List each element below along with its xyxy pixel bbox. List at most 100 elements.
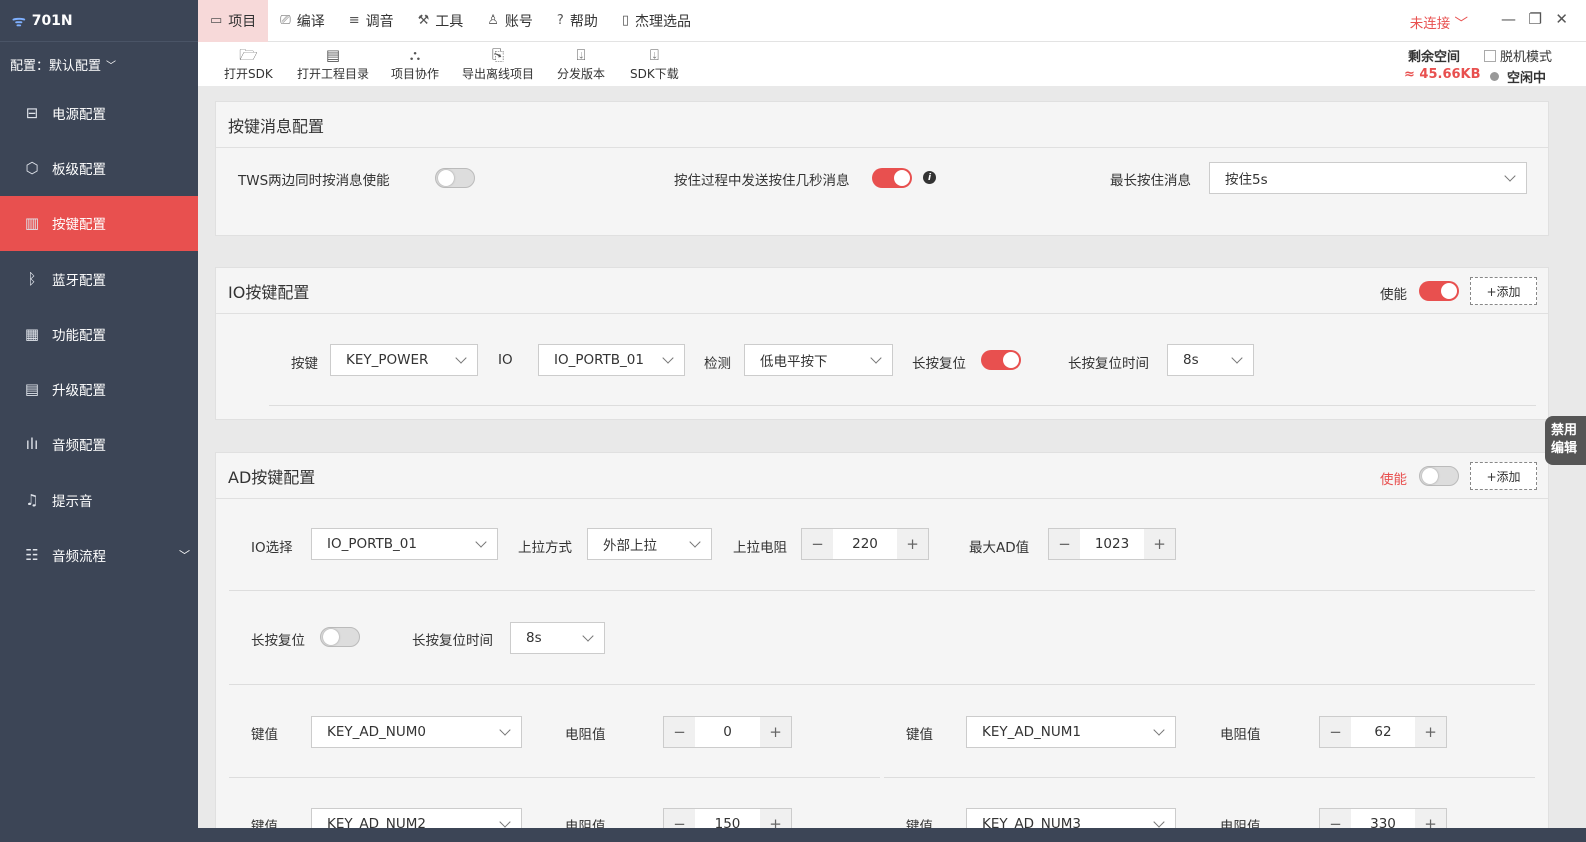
hold-msg-label: 按住过程中发送按住几秒消息 xyxy=(674,173,850,189)
sdk-download-button[interactable]: ⍗ SDK下载 xyxy=(630,45,679,82)
card-title: IO按键配置 xyxy=(216,268,1548,314)
sidebar-item-label: 升级配置 xyxy=(52,383,106,400)
sidebar-item-label: 按键配置 xyxy=(52,217,106,234)
export-offline-button[interactable]: ⎘ 导出离线项目 xyxy=(462,45,534,82)
sidebar-item-bluetooth[interactable]: ᛒ 蓝牙配置 xyxy=(0,251,198,306)
io-enable-toggle[interactable] xyxy=(1419,281,1459,301)
ad-io-select[interactable]: IO_PORTB_01 xyxy=(311,528,498,560)
plus-icon[interactable]: + xyxy=(897,529,928,559)
hold-msg-toggle[interactable] xyxy=(872,168,912,188)
io-key-card: IO按键配置 使能 +添加 按键 KEY_POWER IO IO_PORTB_0… xyxy=(215,267,1549,420)
io-add-button[interactable]: +添加 xyxy=(1470,277,1537,305)
ad-key-select[interactable]: KEY_AD_NUM1 xyxy=(966,716,1176,748)
bluetooth-icon: ᛒ xyxy=(27,269,37,288)
detect-select[interactable]: 低电平按下 xyxy=(744,344,893,376)
user-icon: ♙ xyxy=(487,13,499,28)
key-label: 按键 xyxy=(291,356,318,372)
disable-edit-tab[interactable]: 禁用 编辑 xyxy=(1545,416,1586,465)
minimize-icon[interactable]: — xyxy=(1501,10,1516,28)
minus-icon[interactable]: − xyxy=(802,529,833,559)
config-selector[interactable]: 配置：默认配置 ﹀ xyxy=(0,42,198,86)
pull-mode-select[interactable]: 外部上拉 xyxy=(587,528,712,560)
sidebar-item-label: 电源配置 xyxy=(52,106,106,123)
menu-account[interactable]: ♙ 账号 xyxy=(475,0,545,42)
key-select[interactable]: KEY_POWER xyxy=(330,344,478,376)
resistance-stepper[interactable]: −150 + xyxy=(663,808,792,828)
chevron-down-icon: ﹀ xyxy=(106,60,117,72)
sidebar-item-audio[interactable]: ılı 音频配置 xyxy=(0,417,198,472)
divider xyxy=(229,684,1535,685)
long-press-reset-toggle[interactable] xyxy=(981,350,1021,370)
open-sdk-button[interactable]: 🗁 打开SDK xyxy=(224,45,273,82)
sidebar-item-tone[interactable]: ♫ 提示音 xyxy=(0,472,198,527)
connection-status[interactable]: 未连接 ﹀ xyxy=(1410,12,1468,32)
resistance-stepper[interactable]: −330 + xyxy=(1319,808,1447,828)
function-grid-icon: ▦ xyxy=(24,324,40,343)
download-icon: ⍗ xyxy=(649,46,659,64)
reset-time-select[interactable]: 8s xyxy=(1167,344,1254,376)
resistance-label: 电阻值 xyxy=(1220,819,1261,828)
max-hold-label: 最长按住消息 xyxy=(1110,173,1191,189)
menu-product-select[interactable]: ▯ 杰理选品 xyxy=(610,0,703,42)
minus-icon[interactable]: − xyxy=(1320,717,1351,747)
toolbar: 🗁 打开SDK ▤ 打开工程目录 ⛬ 项目协作 ⎘ 导出离线项目 ⍗ 分发版本 ⍗ SDK下… xyxy=(198,42,1586,86)
card-title: AD按键配置 xyxy=(216,453,1548,499)
offline-mode-checkbox[interactable]: 脱机模式 xyxy=(1484,46,1552,65)
project-collab-button[interactable]: ⛬ 项目协作 xyxy=(391,45,439,82)
ad-key-select[interactable]: KEY_AD_NUM2 xyxy=(311,808,522,828)
top-menu-bar: ▭ 项目 ⎚ 编译 ≡ 调音 ⚒ 工具 ♙ 账号 ? 帮助 ▯ 杰理选品 未连接 ﹀ — ❐ … xyxy=(198,0,1586,42)
menu-help[interactable]: ? 帮助 xyxy=(545,0,610,42)
distribute-version-button[interactable]: ⍗ 分发版本 xyxy=(557,45,605,82)
sidebar-item-upgrade[interactable]: ▤ 升级配置 xyxy=(0,361,198,416)
max-ad-stepper[interactable]: −1023 + xyxy=(1048,528,1176,560)
io-select[interactable]: IO_PORTB_01 xyxy=(538,344,685,376)
close-icon[interactable]: ✕ xyxy=(1555,10,1568,28)
bookmark-icon: ▯ xyxy=(621,13,629,28)
ad-key-select[interactable]: KEY_AD_NUM0 xyxy=(311,716,522,748)
menu-project[interactable]: ▭ 项目 xyxy=(198,0,269,42)
ad-key-select[interactable]: KEY_AD_NUM3 xyxy=(966,808,1176,828)
resistance-label: 电阻值 xyxy=(565,819,606,828)
long-press-reset-label: 长按复位 xyxy=(912,356,966,372)
sidebar-item-audio-flow[interactable]: ☷ 音频流程 ﹀ xyxy=(0,527,198,582)
ad-long-reset-toggle[interactable] xyxy=(320,627,360,647)
minus-icon[interactable]: − xyxy=(664,809,695,828)
resistance-stepper[interactable]: −62 + xyxy=(1319,716,1447,748)
plus-icon[interactable]: + xyxy=(1144,529,1175,559)
ad-add-button[interactable]: +添加 xyxy=(1470,462,1537,490)
minus-icon[interactable]: − xyxy=(664,717,695,747)
resistance-stepper[interactable]: −0 + xyxy=(663,716,792,748)
plus-icon[interactable]: + xyxy=(760,717,791,747)
status-dot-icon xyxy=(1490,72,1499,81)
sidebar-item-function[interactable]: ▦ 功能配置 xyxy=(0,306,198,361)
tws-toggle[interactable] xyxy=(435,168,475,188)
tws-label: TWS两边同时按消息使能 xyxy=(238,173,390,189)
divider xyxy=(884,777,1535,778)
sidebar-nav: ⊟ 电源配置 ⬡ 板级配置 ▥ 按键配置 ᛒ 蓝牙配置 ▦ 功能配置 ▤ 升级配置 ılı 音… xyxy=(0,85,198,583)
key-value-label: 键值 xyxy=(251,727,278,743)
pull-res-stepper[interactable]: −220 + xyxy=(801,528,929,560)
restore-icon[interactable]: ❐ xyxy=(1529,10,1542,28)
chevron-down-icon[interactable]: ﹀ xyxy=(179,547,190,563)
plus-icon[interactable]: + xyxy=(760,809,791,828)
minus-icon[interactable]: − xyxy=(1049,529,1080,559)
minus-icon[interactable]: − xyxy=(1320,809,1351,828)
key-value-label: 键值 xyxy=(906,819,933,828)
plus-icon[interactable]: + xyxy=(1415,717,1446,747)
sidebar-item-power[interactable]: ⊟ 电源配置 xyxy=(0,85,198,140)
ad-enable-toggle[interactable] xyxy=(1419,466,1459,486)
sidebar-item-board[interactable]: ⬡ 板级配置 xyxy=(0,140,198,195)
menu-tuning[interactable]: ≡ 调音 xyxy=(337,0,406,42)
max-hold-select[interactable]: 按住5s xyxy=(1209,162,1527,194)
ad-enable-label: 使能 xyxy=(1380,472,1407,488)
menu-tools[interactable]: ⚒ 工具 xyxy=(406,0,476,42)
sidebar-item-label: 蓝牙配置 xyxy=(52,272,106,289)
menu-label: 工具 xyxy=(435,13,464,30)
sidebar-item-key[interactable]: ▥ 按键配置 xyxy=(0,195,198,251)
plus-icon[interactable]: + xyxy=(1415,809,1446,828)
ad-reset-time-select[interactable]: 8s xyxy=(510,622,605,654)
open-project-dir-button[interactable]: ▤ 打开工程目录 xyxy=(297,45,369,82)
info-icon[interactable]: i xyxy=(923,171,936,184)
menu-compile[interactable]: ⎚ 编译 xyxy=(268,0,336,42)
io-enable-label: 使能 xyxy=(1380,287,1407,303)
